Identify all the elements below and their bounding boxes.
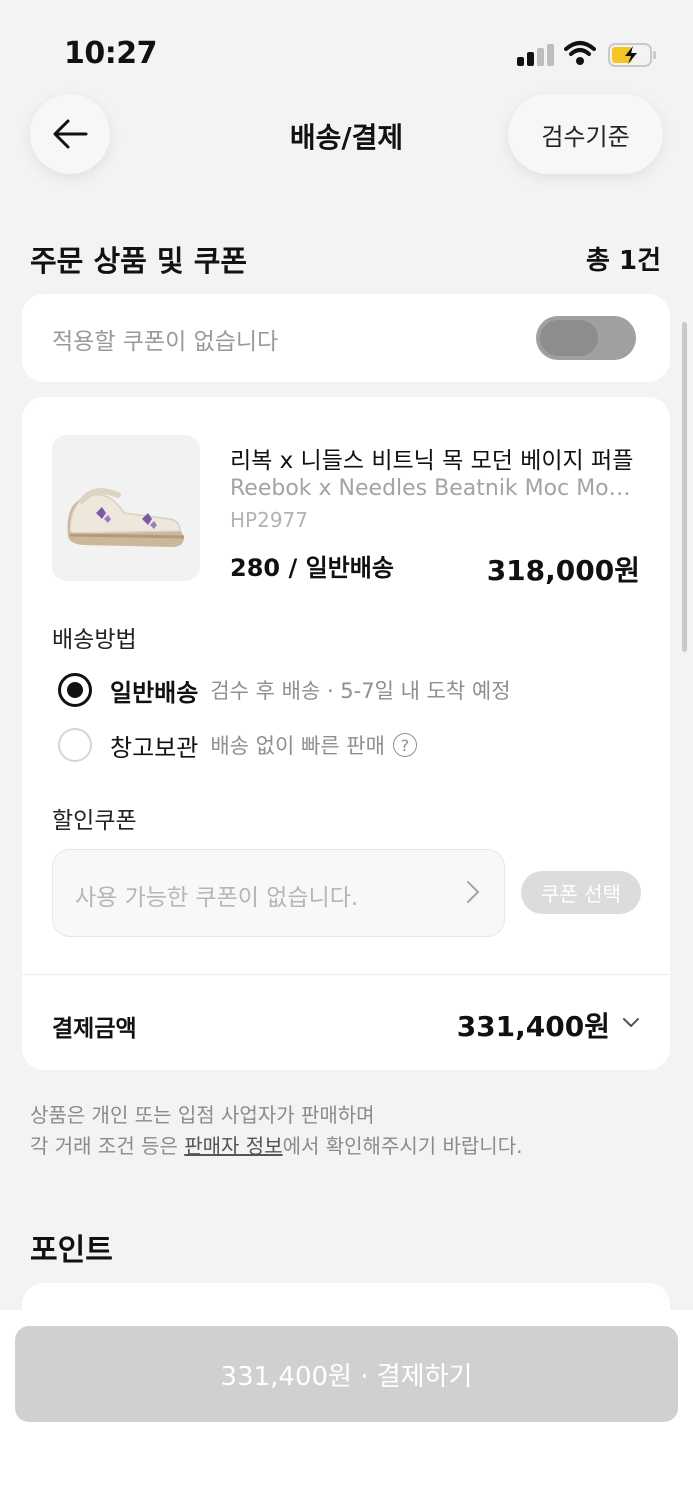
product-name-ko: 리복 x 니들스 비트닉 목 모던 베이지 퍼플 (230, 448, 634, 474)
delivery-option-desc: 검수 후 배송 · 5-7일 내 도착 예정 (210, 679, 511, 703)
question-circle-icon[interactable]: ? (392, 733, 417, 757)
chevron-down-icon[interactable] (622, 1017, 640, 1029)
seller-info-link[interactable]: 판매자 정보 (184, 1134, 282, 1158)
radio-unchecked-icon[interactable] (58, 728, 92, 762)
inspection-criteria-button[interactable]: 검수기준 (508, 94, 663, 174)
notice-text: 에서 확인해주시기 바랍니다. (282, 1134, 523, 1158)
notice-line-1: 상품은 개인 또는 입점 사업자가 판매하며 (30, 1103, 375, 1127)
order-section-title: 주문 상품 및 쿠폰 (30, 244, 248, 278)
notice-line-2: 각 거래 조건 등은 판매자 정보에서 확인해주시기 바랍니다. (30, 1131, 522, 1162)
wifi-icon (564, 41, 596, 65)
delivery-method-label: 배송방법 (52, 627, 137, 653)
points-section-title: 포인트 (30, 1233, 113, 1268)
delivery-option-storage[interactable]: 창고보관 배송 없이 빠른 판매 ? (58, 727, 417, 763)
delivery-option-standard[interactable]: 일반배송 검수 후 배송 · 5-7일 내 도착 예정 (58, 672, 511, 708)
coupon-toggle[interactable] (536, 316, 636, 360)
product-name-en: Reebok x Needles Beatnik Moc Modern Beig… (230, 476, 640, 501)
status-bar: 10:27 (0, 0, 693, 90)
coupon-status-text: 적용할 쿠폰이 없습니다 (52, 329, 279, 355)
coupon-toggle-card: 적용할 쿠폰이 없습니다 (22, 294, 670, 382)
pay-button[interactable]: 331,400원 · 결제하기 (15, 1326, 678, 1422)
coupon-field-placeholder: 사용 가능한 쿠폰이 없습니다. (75, 885, 359, 911)
delivery-option-desc: 배송 없이 빠른 판매 (210, 734, 385, 758)
toggle-knob (540, 320, 598, 356)
header: 배송/결제 검수기준 (0, 92, 693, 174)
bottom-bar: 331,400원 · 결제하기 (0, 1310, 693, 1500)
notice-text: 각 거래 조건 등은 (30, 1134, 185, 1158)
order-card: 리복 x 니들스 비트닉 목 모던 베이지 퍼플 Reebok x Needle… (22, 397, 670, 1070)
coupon-select-field[interactable]: 사용 가능한 쿠폰이 없습니다. (52, 849, 505, 937)
product-option: 280 / 일반배송 (230, 554, 394, 582)
chevron-right-icon (467, 881, 479, 903)
coupon-select-button[interactable]: 쿠폰 선택 (521, 871, 641, 914)
discount-coupon-label: 할인쿠폰 (52, 808, 137, 834)
scrollbar[interactable] (682, 322, 687, 652)
status-time: 10:27 (64, 36, 158, 71)
battery-charging-icon (608, 43, 656, 67)
seller-notice: 상품은 개인 또는 입점 사업자가 판매하며 각 거래 조건 등은 판매자 정보… (30, 1100, 522, 1162)
product-code: HP2977 (230, 508, 308, 532)
radio-checked-icon[interactable] (58, 673, 92, 707)
payment-amount-label: 결제금액 (52, 1016, 137, 1042)
divider (22, 974, 670, 975)
payment-amount[interactable]: 331,400원 (457, 1005, 610, 1045)
delivery-option-label: 창고보관 (110, 733, 199, 762)
delivery-option-label: 일반배송 (110, 678, 199, 707)
product-image (52, 435, 200, 581)
cellular-signal-icon (517, 44, 555, 66)
order-count: 총 1건 (586, 246, 661, 276)
product-price: 318,000원 (486, 554, 640, 587)
